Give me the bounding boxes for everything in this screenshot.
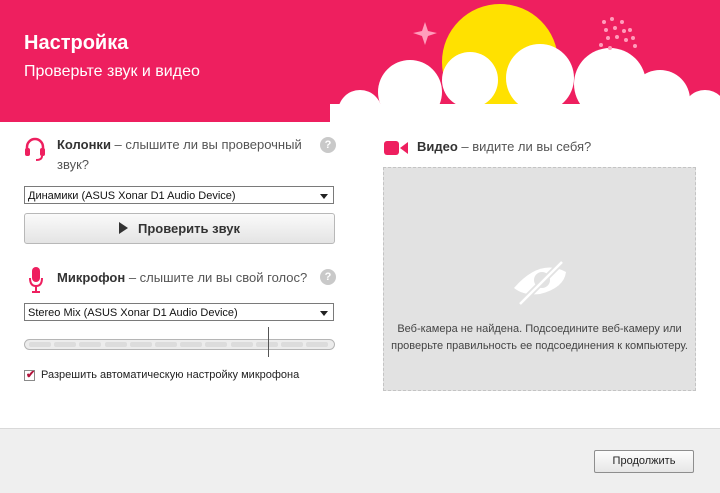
continue-button[interactable]: Продолжить [594, 450, 694, 473]
auto-adjust-checkbox[interactable]: ✔ [24, 369, 35, 381]
speakers-help-icon[interactable]: ? [320, 137, 336, 153]
meter-segment [255, 342, 278, 347]
meter-segment [205, 342, 228, 347]
microphone-level-marker[interactable] [268, 327, 269, 357]
play-icon [118, 222, 128, 234]
meter-segment [281, 342, 303, 347]
meter-segment [306, 342, 329, 347]
auto-adjust-label: Разрешить автоматическую настройку микро… [41, 369, 300, 381]
meter-segment [129, 342, 152, 347]
speakers-device-select[interactable]: Динамики (ASUS Xonar D1 Audio Device) [24, 186, 334, 204]
camera-icon [384, 141, 408, 155]
speakers-label: Колонки – слышите ли вы проверочный звук… [57, 137, 302, 172]
header-banner: Настройка Проверьте звук и видео [0, 0, 720, 122]
page-title: Настройка [24, 32, 129, 54]
meter-segment [54, 342, 77, 347]
microphone-device-select[interactable]: Stereo Mix (ASUS Xonar D1 Audio Device) [24, 303, 334, 321]
meter-segment [29, 342, 51, 347]
meter-segment [104, 342, 127, 347]
meter-segment [79, 342, 102, 347]
no-camera-message: Веб-камера не найдена. Подсоедините веб-… [391, 323, 688, 352]
microphone-level-slider[interactable] [24, 339, 335, 350]
video-label: Видео – видите ли вы себя? [417, 139, 592, 154]
microphone-help-icon[interactable]: ? [320, 269, 336, 285]
headset-icon [25, 137, 45, 161]
camera-off-icon [514, 259, 566, 307]
meter-segment [180, 342, 203, 347]
video-preview-area: Веб-камера не найдена. Подсоедините веб-… [383, 167, 696, 391]
page-subtitle: Проверьте звук и видео [24, 63, 200, 80]
sun-clouds-illustration [330, 4, 720, 122]
test-sound-button[interactable]: Проверить звук [24, 213, 335, 244]
microphone-label: Микрофон – слышите ли вы свой голос? [57, 270, 308, 285]
microphone-icon [29, 267, 43, 293]
meter-segment [230, 342, 253, 347]
chevron-down-icon [320, 194, 328, 199]
chevron-down-icon [320, 311, 328, 316]
meter-segment [155, 342, 177, 347]
